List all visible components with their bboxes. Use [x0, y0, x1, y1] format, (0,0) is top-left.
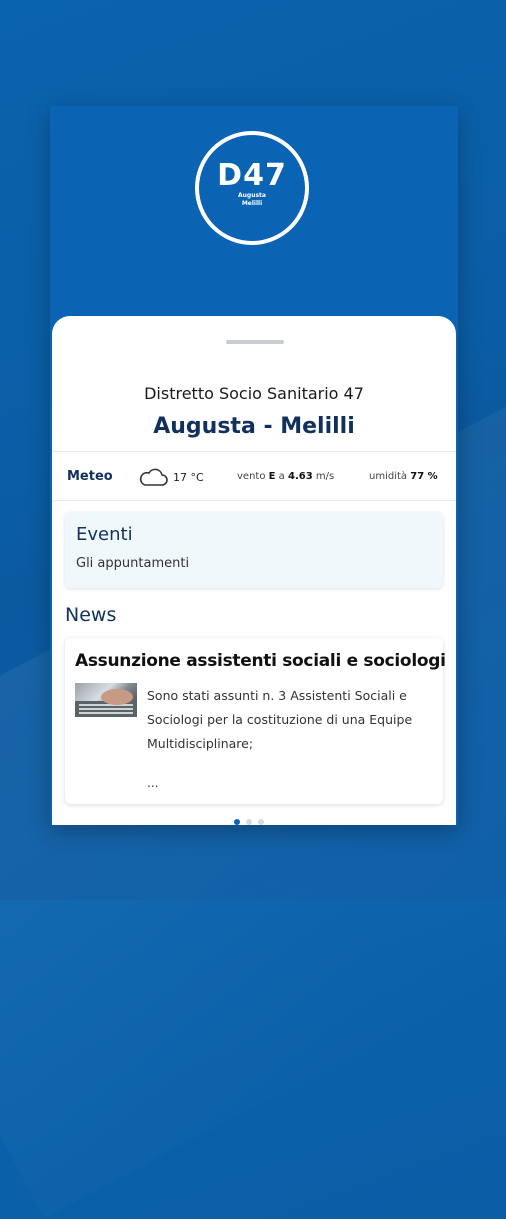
bottom-sheet[interactable]: Distretto Socio Sanitario 47 Augusta - M… [52, 316, 456, 825]
wind-connector: a [278, 471, 285, 482]
page-dot[interactable] [258, 819, 264, 825]
humidity-label: umidità [369, 471, 408, 482]
wind-prefix: vento [237, 471, 266, 482]
events-title: Eventi [76, 524, 133, 545]
district-logo: D47 Augusta Melilli [195, 131, 309, 245]
humidity-info: umidità 77 % [369, 471, 438, 482]
district-city: Augusta - Melilli [153, 414, 355, 439]
weather-row: Meteo 17 °C vento E a 4.63 m/s umidità 7… [52, 451, 456, 501]
news-card[interactable]: Assunzione assistenti sociali e sociolog… [65, 638, 446, 804]
humidity-value: 77 % [410, 471, 438, 482]
news-heading: News [65, 604, 117, 626]
news-title: Assunzione assistenti sociali e sociolog… [75, 651, 446, 671]
page-dot-active[interactable] [234, 819, 240, 825]
logo-line-2: Melilli [241, 200, 263, 207]
district-subtitle: Distretto Socio Sanitario 47 [144, 384, 364, 403]
weather-label: Meteo [67, 469, 113, 484]
wind-unit: m/s [315, 471, 335, 482]
temperature-value: 17 °C [173, 471, 204, 484]
logo-line-1: Augusta [238, 192, 266, 199]
cloud-icon [139, 468, 168, 486]
page-dot[interactable] [246, 819, 252, 825]
wind-info: vento E a 4.63 m/s [237, 471, 334, 482]
logo-code: D47 [217, 158, 287, 193]
wind-direction: E [268, 471, 276, 482]
keyboard-photo-icon [75, 689, 137, 717]
events-card[interactable]: Eventi Gli appuntamenti [65, 512, 443, 588]
news-thumbnail [75, 683, 137, 717]
news-excerpt: Sono stati assunti n. 3 Assistenti Socia… [147, 688, 413, 751]
wind-speed: 4.63 [288, 471, 313, 482]
app-screen: D47 Augusta Melilli Distretto Socio Sani… [50, 106, 458, 825]
page-indicator [234, 819, 264, 825]
sheet-drag-handle[interactable] [226, 340, 284, 344]
events-subtitle: Gli appuntamenti [76, 556, 190, 571]
news-ellipsis: ... [147, 776, 159, 790]
